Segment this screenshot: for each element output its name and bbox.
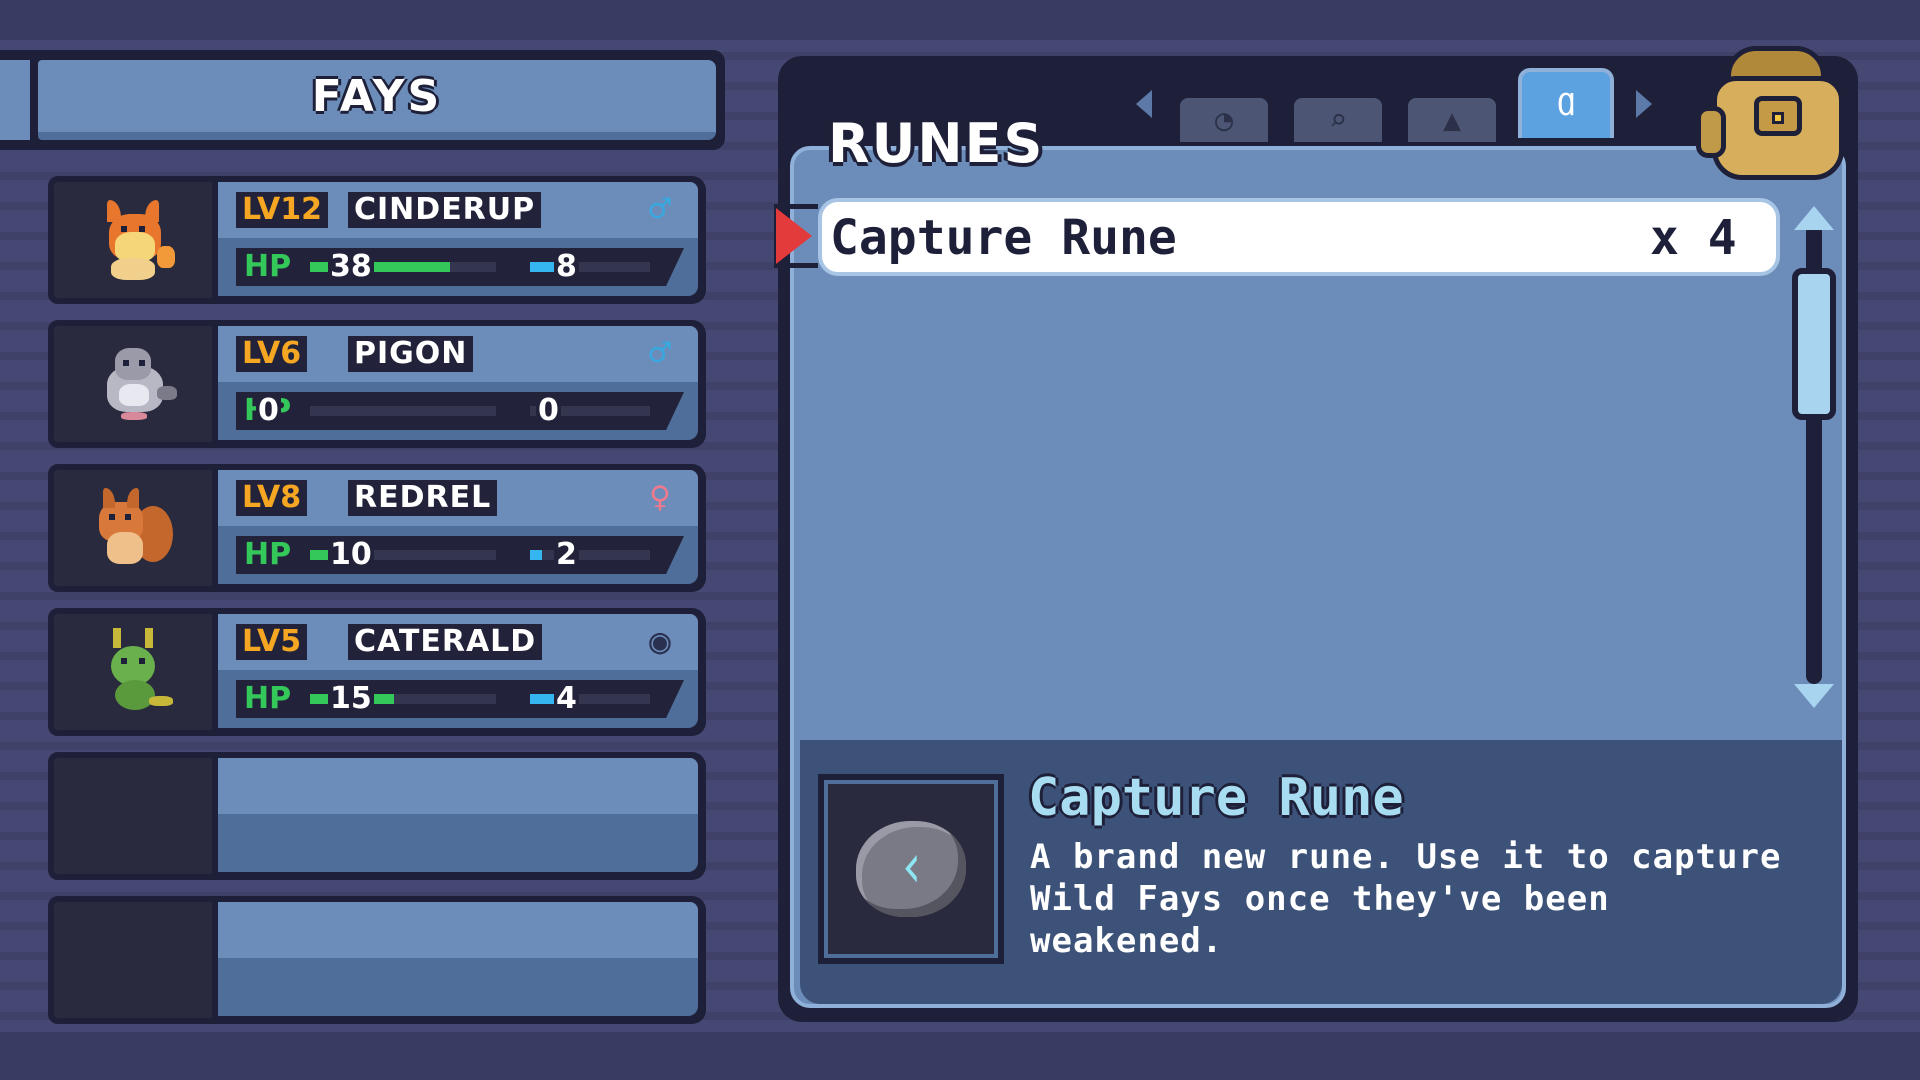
genderless-icon: ◉: [649, 621, 671, 662]
fay-portrait-empty: [48, 896, 218, 1024]
fay-card-stats: HP 10 2: [218, 526, 698, 584]
item-icon-frame: ᚲ: [818, 774, 1004, 964]
fay-portrait: [48, 176, 218, 304]
mp-value: 8: [554, 248, 579, 286]
rune-icon: Ɑ: [1556, 87, 1576, 123]
hp-value: 0: [256, 392, 281, 430]
hp-label: HP: [244, 537, 292, 572]
hp-value: 38: [328, 248, 374, 286]
fays-header-bar: FAYS: [38, 60, 716, 140]
fay-card-stats: [218, 958, 698, 1016]
fay-portrait-empty: [48, 752, 218, 880]
hp-value: 10: [328, 536, 374, 574]
mp-value: 2: [554, 536, 579, 574]
runes-title: RUNES: [828, 112, 1045, 175]
fay-card: LV8 REDREL ♀ HP 10 2: [212, 464, 706, 592]
hp-bar: [310, 406, 496, 416]
fay-card-stats: HP 15 4: [218, 670, 698, 728]
fay-card-stats: HP 38 8: [218, 238, 698, 296]
scrollbar-thumb[interactable]: [1792, 268, 1836, 420]
tab-helmet[interactable]: ◔: [1176, 94, 1272, 142]
fay-name: REDREL: [348, 480, 498, 516]
item-name: Capture Rune: [830, 210, 1177, 266]
female-icon: ♀: [649, 477, 671, 518]
fay-name: PIGON: [348, 336, 474, 372]
magnifier-icon: ⌕: [1328, 102, 1348, 138]
mp-bar: [530, 550, 650, 560]
fay-portrait: [48, 608, 218, 736]
fay-slot-1[interactable]: LV12 CINDERUP ♂ HP 38 8: [48, 176, 706, 304]
mp-value: 4: [554, 680, 579, 718]
tab-prev-arrow-icon[interactable]: [1136, 90, 1152, 118]
mp-value: 0: [536, 392, 561, 430]
fay-stat-bar: HP 15 4: [236, 680, 684, 718]
hp-value: 15: [328, 680, 374, 718]
fay-name: CATERALD: [348, 624, 543, 660]
fay-card-stats: HP 0 0: [218, 382, 698, 440]
caterpillar-sprite-icon: [85, 624, 181, 720]
fay-card-empty: [212, 896, 706, 1024]
fay-level: LV12: [236, 192, 328, 228]
fay-card-top: LV8 REDREL ♀: [218, 470, 698, 526]
fay-card-empty: [212, 752, 706, 880]
fay-card: LV6 PIGON ♂ HP 0 0: [212, 320, 706, 448]
stone-icon: ▲: [1442, 102, 1462, 138]
tab-magnifier[interactable]: ⌕: [1290, 94, 1386, 142]
fay-card: LV12 CINDERUP ♂ HP 38 8: [212, 176, 706, 304]
male-icon: ♂: [649, 189, 671, 230]
backpack-icon: [1692, 40, 1862, 190]
fay-card-stats: [218, 814, 698, 872]
fay-stat-bar: HP 0 0: [236, 392, 684, 430]
fay-slot-empty-5[interactable]: [48, 752, 706, 880]
mp-bar: [530, 262, 650, 272]
fay-card-top: LV12 CINDERUP ♂: [218, 182, 698, 238]
fay-level: LV6: [236, 336, 308, 372]
fay-portrait: [48, 320, 218, 448]
fox-fire-sprite-icon: [85, 192, 181, 288]
selection-cursor-icon: [776, 208, 812, 264]
squirrel-sprite-icon: [85, 480, 181, 576]
fay-slot-2[interactable]: LV6 PIGON ♂ HP 0 0: [48, 320, 706, 448]
fay-card-top: LV5 CATERALD ◉: [218, 614, 698, 670]
fay-stat-bar: HP 10 2: [236, 536, 684, 574]
bottom-frame: [0, 1032, 1920, 1080]
item-description-text: A brand new rune. Use it to capture Wild…: [1030, 837, 1782, 961]
tab-stone[interactable]: ▲: [1404, 94, 1500, 142]
fay-stat-bar: HP 38 8: [236, 248, 684, 286]
male-icon: ♂: [649, 333, 671, 374]
fay-level: LV8: [236, 480, 308, 516]
fay-card: LV5 CATERALD ◉ HP 15 4: [212, 608, 706, 736]
helmet-icon: ◔: [1214, 102, 1234, 138]
fay-slot-3[interactable]: LV8 REDREL ♀ HP 10 2: [48, 464, 706, 592]
mp-bar: [530, 694, 650, 704]
hp-label: HP: [244, 681, 292, 716]
item-quantity: x 4: [1650, 210, 1737, 266]
fay-card-top: [218, 758, 698, 814]
scroll-down-arrow-icon[interactable]: [1794, 684, 1834, 708]
item-description-title: Capture Rune: [1028, 768, 1404, 828]
capture-rune-icon: ᚲ: [856, 821, 966, 917]
fay-card-top: LV6 PIGON ♂: [218, 326, 698, 382]
fays-title: FAYS: [311, 70, 443, 122]
scroll-up-arrow-icon[interactable]: [1794, 206, 1834, 230]
rune-glyph: ᚲ: [896, 840, 926, 898]
top-frame: [0, 0, 1920, 40]
fay-level: LV5: [236, 624, 308, 660]
fay-card-top: [218, 902, 698, 958]
tab-runes[interactable]: Ɑ: [1518, 68, 1614, 138]
pigeon-sprite-icon: [85, 336, 181, 432]
fay-name: CINDERUP: [348, 192, 542, 228]
fays-header-edge: [0, 60, 30, 140]
fay-slot-empty-6[interactable]: [48, 896, 706, 1024]
hp-label: HP: [244, 249, 292, 284]
fay-portrait: [48, 464, 218, 592]
fay-slot-4[interactable]: LV5 CATERALD ◉ HP 15 4: [48, 608, 706, 736]
fays-header: FAYS: [0, 50, 725, 150]
mp-bar-fill: [530, 550, 542, 560]
tab-next-arrow-icon[interactable]: [1636, 90, 1652, 118]
